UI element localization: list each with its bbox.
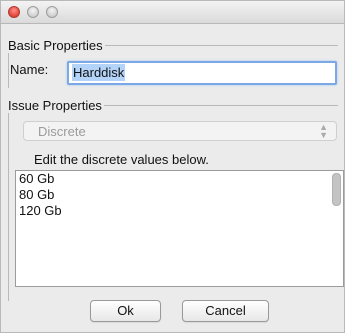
maximize-icon[interactable] [46,6,58,18]
scroll-thumb[interactable] [332,173,341,206]
values-list[interactable]: 60 Gb 80 Gb 120 Gb [15,170,344,287]
close-icon[interactable] [8,6,20,18]
updown-chevron-icon: ▲ ▼ [319,122,328,140]
dialog-window: Basic Properties Name: Harddisk Issue Pr… [0,0,345,333]
vertical-scrollbar[interactable] [331,173,341,283]
cancel-button[interactable]: Cancel [182,300,269,322]
minimize-icon[interactable] [27,6,39,18]
title-bar [1,1,344,24]
name-label: Name: [10,62,49,77]
issue-properties-title: Issue Properties [8,98,104,113]
basic-properties-title: Basic Properties [8,38,105,53]
ok-button[interactable]: Ok [90,300,161,322]
list-item[interactable]: 60 Gb [16,171,343,187]
hint-text: Edit the discrete values below. [34,152,209,167]
name-value: Harddisk [72,64,126,81]
type-select-value: Discrete [38,124,86,139]
issue-properties-border [8,105,9,301]
list-item[interactable]: 80 Gb [16,187,343,203]
type-select[interactable]: Discrete ▲ ▼ [23,121,337,141]
list-item[interactable]: 120 Gb [16,203,343,219]
name-field[interactable]: Harddisk [67,61,337,85]
